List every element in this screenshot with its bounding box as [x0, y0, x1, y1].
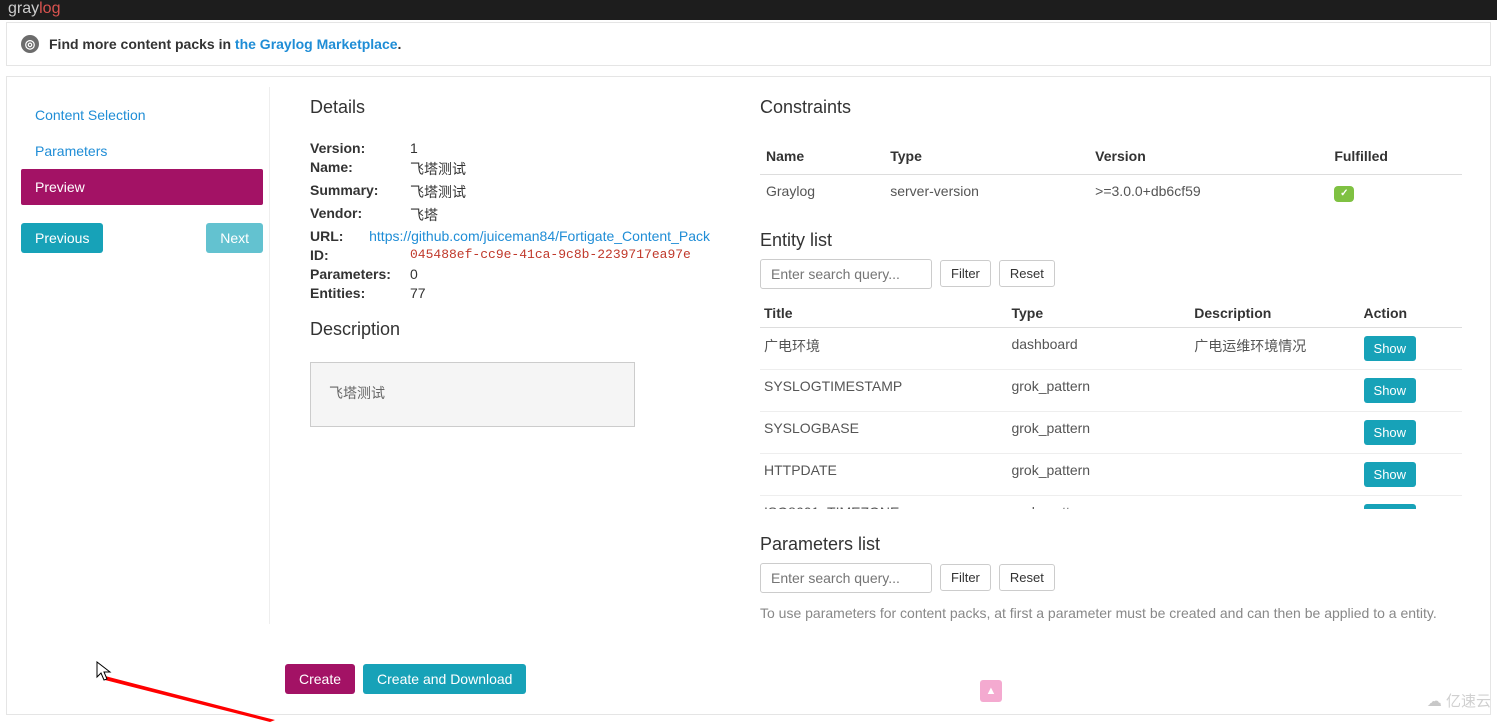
entity-title: SYSLOGTIMESTAMP: [760, 369, 1007, 411]
param-search-input[interactable]: [760, 563, 932, 593]
entity-desc: [1190, 495, 1359, 509]
table-row: SYSLOGTIMESTAMPgrok_pattern Show: [760, 369, 1462, 411]
check-icon: ✓: [1334, 186, 1354, 202]
table-row: ISO8601_TIMEZONEgrok_pattern Show: [760, 495, 1462, 509]
entity-type: grok_pattern: [1007, 453, 1190, 495]
marketplace-banner: ◎ Find more content packs in the Graylog…: [6, 22, 1491, 66]
col-type: Type: [1007, 299, 1190, 328]
entity-type: grok_pattern: [1007, 369, 1190, 411]
target-icon: ◎: [21, 35, 39, 53]
wizard-actions: Create Create and Download ▲: [15, 664, 1482, 694]
entity-show-button[interactable]: Show: [1364, 504, 1417, 509]
description-heading: Description: [310, 319, 710, 340]
label-url: URL:: [310, 228, 369, 244]
label-name: Name:: [310, 159, 410, 179]
nav-parameters[interactable]: Parameters: [21, 133, 263, 169]
entity-type: grok_pattern: [1007, 411, 1190, 453]
table-row: SYSLOGBASEgrok_pattern Show: [760, 411, 1462, 453]
table-row: Graylog server-version >=3.0.0+db6cf59 ✓: [760, 175, 1462, 210]
col-fulfilled: Fulfilled: [1328, 140, 1462, 175]
annotation-arrow: [105, 676, 265, 718]
constraint-type: server-version: [884, 175, 1089, 210]
previous-button[interactable]: Previous: [21, 223, 103, 253]
label-vendor: Vendor:: [310, 205, 410, 225]
entity-desc: 广电运维环境情况: [1190, 327, 1359, 369]
wizard-steps-nav: Content Selection Parameters Preview Pre…: [15, 87, 270, 624]
value-vendor: 飞塔: [410, 205, 710, 225]
entity-show-button[interactable]: Show: [1364, 336, 1417, 361]
nav-preview[interactable]: Preview: [21, 169, 263, 205]
nav-content-selection[interactable]: Content Selection: [21, 97, 263, 133]
col-desc: Description: [1190, 299, 1359, 328]
entity-desc: [1190, 369, 1359, 411]
table-row: 广电环境dashboard广电运维环境情况Show: [760, 327, 1462, 369]
col-action: Action: [1360, 299, 1462, 328]
entity-show-button[interactable]: Show: [1364, 420, 1417, 445]
param-helper-text: To use parameters for content packs, at …: [760, 603, 1462, 624]
constraint-fulfilled: ✓: [1328, 175, 1462, 210]
label-summary: Summary:: [310, 182, 410, 202]
entity-desc: [1190, 453, 1359, 495]
value-parameters: 0: [410, 266, 710, 282]
constraints-heading: Constraints: [760, 97, 1462, 118]
value-name: 飞塔测试: [410, 159, 710, 179]
constraints-table: Name Type Version Fulfilled Graylog serv…: [760, 140, 1462, 210]
brand-bar: graylog: [0, 0, 1497, 20]
chevron-up-icon: ▲: [986, 685, 997, 697]
label-parameters: Parameters:: [310, 266, 410, 282]
constraint-version: >=3.0.0+db6cf59: [1089, 175, 1328, 210]
scroll-top-button[interactable]: ▲: [980, 680, 1002, 702]
entity-type: dashboard: [1007, 327, 1190, 369]
create-and-download-button[interactable]: Create and Download: [363, 664, 526, 694]
cloud-icon: ☁: [1427, 692, 1442, 710]
value-entities: 77: [410, 285, 710, 301]
description-box: 飞塔测试: [310, 362, 635, 427]
marketplace-link[interactable]: the Graylog Marketplace: [235, 36, 398, 52]
watermark: ☁ 亿速云: [1427, 690, 1491, 711]
entity-title: ISO8601_TIMEZONE: [760, 495, 1007, 509]
entity-scroll-area[interactable]: Title Type Description Action 广电环境dashbo…: [760, 299, 1462, 509]
entity-desc: [1190, 411, 1359, 453]
value-summary: 飞塔测试: [410, 182, 710, 202]
create-button[interactable]: Create: [285, 664, 355, 694]
entity-show-button[interactable]: Show: [1364, 462, 1417, 487]
entity-title: SYSLOGBASE: [760, 411, 1007, 453]
label-entities: Entities:: [310, 285, 410, 301]
value-version: 1: [410, 140, 710, 156]
entity-type: grok_pattern: [1007, 495, 1190, 509]
brand-logo: graylog: [8, 0, 60, 17]
entity-table: Title Type Description Action 广电环境dashbo…: [760, 299, 1462, 509]
col-name: Name: [760, 140, 884, 175]
table-row: HTTPDATEgrok_pattern Show: [760, 453, 1462, 495]
entity-filter-button[interactable]: Filter: [940, 260, 991, 287]
label-version: Version:: [310, 140, 410, 156]
entity-title: 广电环境: [760, 327, 1007, 369]
value-id: 045488ef-cc9e-41ca-9c8b-2239717ea97e: [410, 247, 710, 263]
param-filter-button[interactable]: Filter: [940, 564, 991, 591]
value-url-link[interactable]: https://github.com/juiceman84/Fortigate_…: [369, 228, 710, 244]
label-id: ID:: [310, 247, 410, 263]
entity-search-input[interactable]: [760, 259, 932, 289]
cursor-icon: [96, 661, 114, 683]
content-pack-wizard: Content Selection Parameters Preview Pre…: [6, 76, 1491, 715]
parameters-list-heading: Parameters list: [760, 534, 1462, 555]
entity-show-button[interactable]: Show: [1364, 378, 1417, 403]
col-type: Type: [884, 140, 1089, 175]
entity-title: HTTPDATE: [760, 453, 1007, 495]
details-heading: Details: [310, 97, 710, 118]
col-version: Version: [1089, 140, 1328, 175]
next-button[interactable]: Next: [206, 223, 263, 253]
param-reset-button[interactable]: Reset: [999, 564, 1055, 591]
col-title: Title: [760, 299, 1007, 328]
banner-text: Find more content packs in the Graylog M…: [49, 36, 401, 52]
entity-list-heading: Entity list: [760, 230, 1462, 251]
entity-reset-button[interactable]: Reset: [999, 260, 1055, 287]
constraint-name: Graylog: [760, 175, 884, 210]
